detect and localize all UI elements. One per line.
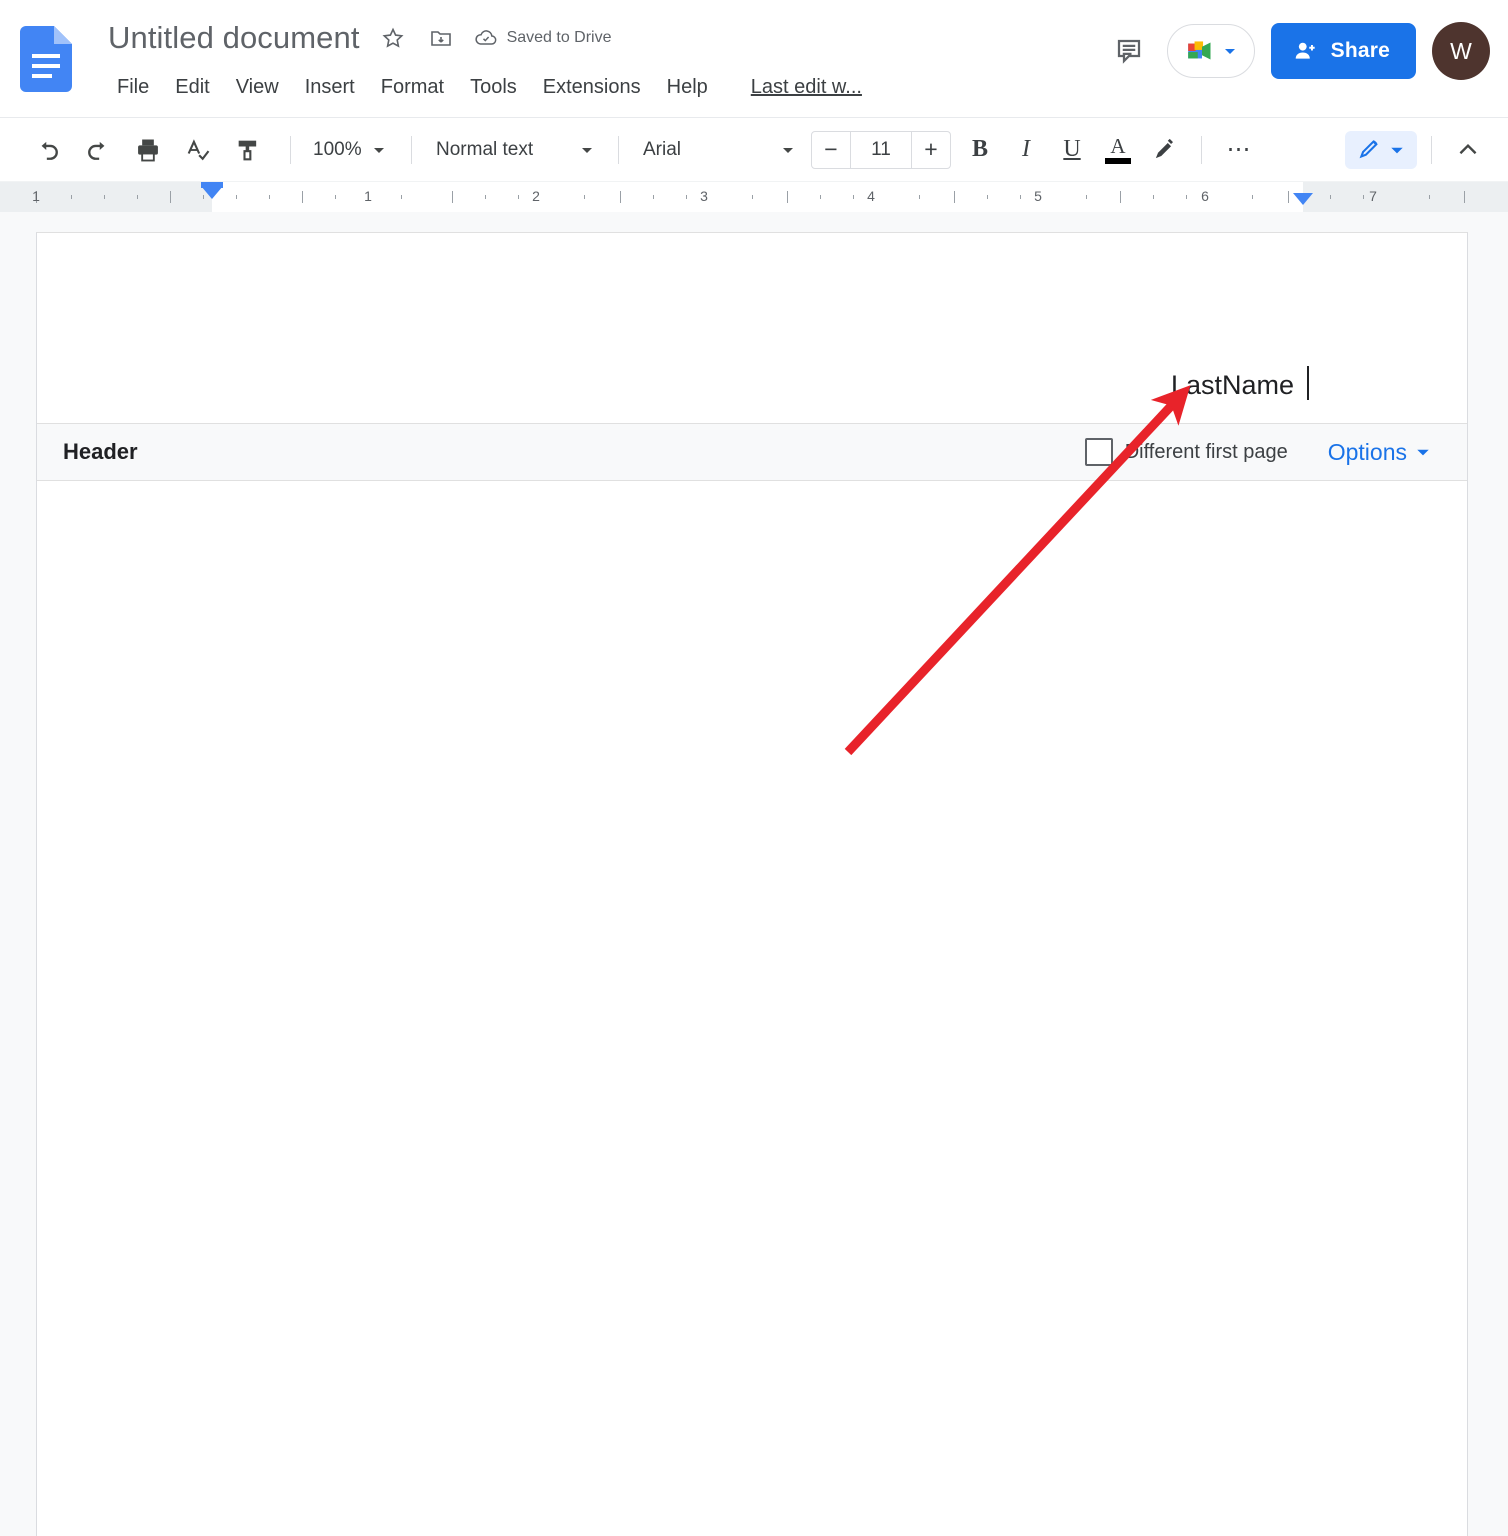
header-text[interactable]: LastName bbox=[1171, 370, 1294, 401]
menu-format[interactable]: Format bbox=[368, 74, 457, 101]
different-first-page-checkbox[interactable]: Different first page bbox=[1084, 438, 1288, 466]
ruler-number: 1 bbox=[364, 188, 372, 204]
document-page[interactable]: LastName Header Different first page Opt… bbox=[36, 232, 1468, 1536]
ruler-number: 3 bbox=[700, 188, 708, 204]
header-section-label: Header bbox=[63, 439, 138, 464]
hide-menus-chevron-up-icon[interactable] bbox=[1446, 128, 1490, 172]
text-color-button[interactable]: A bbox=[1095, 128, 1141, 172]
toolbar-right-group bbox=[1345, 128, 1490, 172]
person-add-icon bbox=[1295, 42, 1315, 59]
print-icon[interactable] bbox=[126, 128, 170, 172]
paragraph-style-value: Normal text bbox=[436, 138, 534, 160]
move-to-folder-icon[interactable] bbox=[426, 23, 456, 53]
comment-history-icon[interactable] bbox=[1107, 29, 1151, 73]
spellcheck-icon[interactable] bbox=[176, 128, 220, 172]
undo-icon[interactable] bbox=[26, 128, 70, 172]
ruler[interactable]: 1 1 2 3 4 5 6 7 bbox=[0, 182, 1508, 212]
document-title[interactable]: Untitled document bbox=[108, 20, 360, 56]
font-size-increase-button[interactable]: + bbox=[912, 132, 950, 168]
more-options-button[interactable]: ⋯ bbox=[1216, 128, 1262, 172]
checkbox-box[interactable] bbox=[1084, 438, 1113, 466]
font-size-stepper: − 11 + bbox=[811, 130, 951, 169]
star-icon[interactable] bbox=[378, 23, 408, 53]
highlight-pen-icon[interactable] bbox=[1141, 128, 1187, 172]
header-edit-area[interactable]: LastName bbox=[37, 233, 1467, 423]
text-color-swatch bbox=[1105, 157, 1131, 164]
header-options-button[interactable]: Options bbox=[1328, 439, 1431, 466]
menu-view[interactable]: View bbox=[223, 74, 292, 101]
editing-mode-button[interactable] bbox=[1345, 130, 1417, 169]
chevron-down-icon bbox=[582, 147, 592, 153]
document-body[interactable] bbox=[37, 481, 1467, 1536]
ruler-number: 7 bbox=[1369, 188, 1377, 204]
last-edit-link[interactable]: Last edit w... bbox=[751, 76, 862, 99]
font-family-value: Arial bbox=[643, 138, 682, 160]
avatar[interactable]: W bbox=[1432, 22, 1490, 80]
header-section-bar: Header Different first page Options bbox=[37, 423, 1467, 481]
share-label: Share bbox=[1330, 39, 1390, 62]
chevron-down-icon bbox=[373, 147, 384, 153]
header-section-controls: Different first page Options bbox=[1084, 438, 1467, 466]
different-first-page-label: Different first page bbox=[1124, 440, 1288, 463]
options-label: Options bbox=[1327, 438, 1407, 465]
font-family-selector[interactable]: Arial bbox=[633, 135, 805, 165]
menu-tools[interactable]: Tools bbox=[457, 74, 530, 101]
top-right-actions: Share W bbox=[1107, 22, 1490, 80]
menu-insert[interactable]: Insert bbox=[292, 74, 368, 101]
ruler-number: 4 bbox=[867, 188, 875, 204]
google-meet-button[interactable] bbox=[1166, 24, 1255, 78]
google-meet-icon bbox=[1187, 41, 1211, 60]
ruler-right-margin bbox=[1303, 182, 1508, 212]
share-button[interactable]: Share bbox=[1270, 23, 1416, 79]
redo-icon[interactable] bbox=[76, 128, 120, 172]
ruler-number: 1 bbox=[32, 188, 40, 204]
ruler-number: 2 bbox=[532, 188, 540, 204]
menu-bar: File Edit View Insert Format Tools Exten… bbox=[104, 74, 862, 101]
chevron-down-icon bbox=[1391, 147, 1403, 153]
toolbar-divider bbox=[411, 135, 412, 164]
ruler-track: 1 1 2 3 4 5 6 7 bbox=[0, 182, 1508, 212]
save-status-text: Saved to Drive bbox=[506, 29, 612, 46]
top-bar: Untitled document Saved to Drive File Ed… bbox=[0, 0, 1508, 118]
ruler-text-area bbox=[212, 182, 1303, 212]
title-row: Untitled document Saved to Drive bbox=[108, 20, 612, 56]
menu-extensions[interactable]: Extensions bbox=[530, 74, 654, 101]
zoom-selector[interactable]: 100% bbox=[305, 135, 397, 165]
chevron-down-icon bbox=[1417, 449, 1429, 456]
paint-format-icon[interactable] bbox=[226, 128, 270, 172]
ruler-number: 6 bbox=[1201, 188, 1209, 204]
menu-file[interactable]: File bbox=[104, 74, 162, 101]
chevron-down-icon bbox=[1224, 49, 1235, 54]
save-status[interactable]: Saved to Drive bbox=[474, 26, 612, 50]
font-size-input[interactable]: 11 bbox=[850, 131, 912, 168]
ruler-number: 5 bbox=[1034, 188, 1042, 204]
paragraph-style-selector[interactable]: Normal text bbox=[426, 135, 604, 165]
text-caret bbox=[1307, 366, 1309, 400]
zoom-value: 100% bbox=[313, 138, 362, 160]
toolbar-divider bbox=[1431, 135, 1432, 164]
google-docs-icon[interactable] bbox=[20, 26, 72, 92]
font-size-decrease-button[interactable]: − bbox=[812, 132, 850, 168]
cloud-saved-icon bbox=[474, 26, 498, 50]
first-line-indent-marker[interactable] bbox=[201, 186, 223, 199]
chevron-down-icon bbox=[783, 147, 793, 153]
text-color-label: A bbox=[1110, 133, 1126, 158]
toolbar-divider bbox=[1201, 135, 1202, 164]
pencil-edit-icon bbox=[1359, 139, 1378, 158]
document-canvas: LastName Header Different first page Opt… bbox=[0, 212, 1508, 1536]
toolbar-divider bbox=[290, 135, 291, 164]
menu-help[interactable]: Help bbox=[654, 74, 721, 101]
toolbar-divider bbox=[618, 135, 619, 164]
underline-button[interactable]: U bbox=[1049, 128, 1095, 172]
menu-edit[interactable]: Edit bbox=[162, 74, 222, 101]
italic-button[interactable]: I bbox=[1003, 128, 1049, 172]
bold-button[interactable]: B bbox=[957, 128, 1003, 172]
formatting-toolbar: 100% Normal text Arial − 11 + B I U A ⋯ bbox=[0, 118, 1508, 182]
right-indent-marker[interactable] bbox=[1293, 193, 1313, 205]
